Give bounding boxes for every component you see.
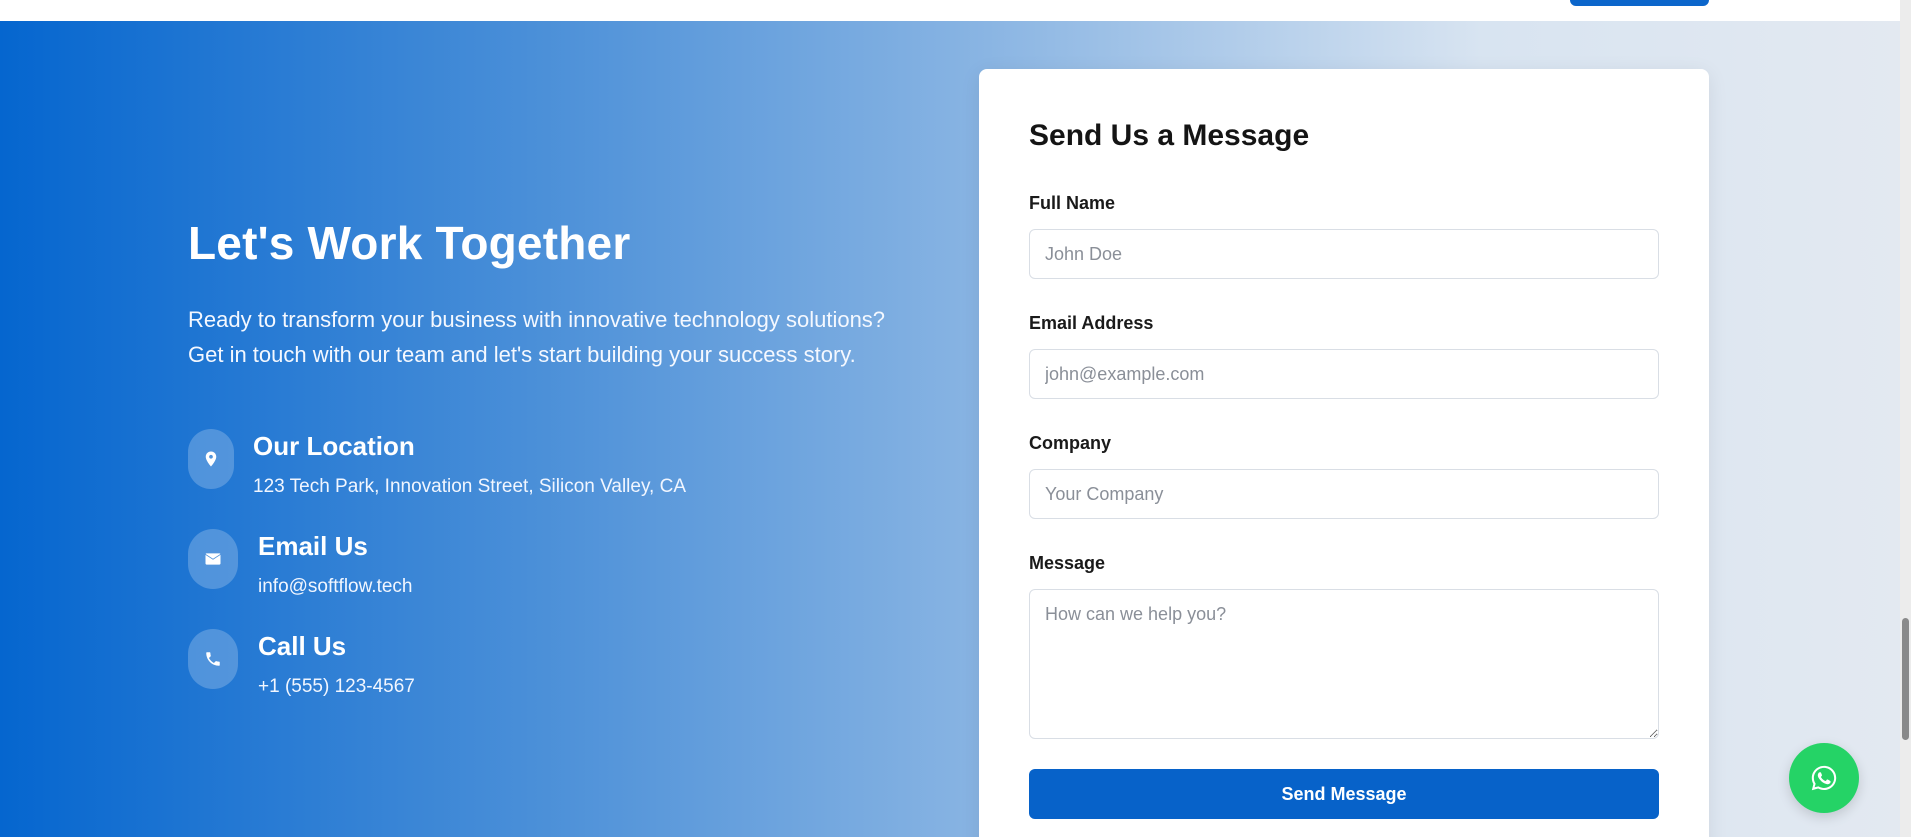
info-value[interactable]: +1 (555) 123-4567 bbox=[258, 676, 415, 698]
info-title: Our Location bbox=[253, 431, 415, 461]
contact-lead-line-2: Get in touch with our team and let's sta… bbox=[188, 342, 856, 367]
company-input[interactable] bbox=[1029, 469, 1659, 519]
info-title: Email Us bbox=[258, 531, 368, 561]
info-title: Call Us bbox=[258, 631, 347, 661]
info-item-email: Email Us info@softflow.tech bbox=[188, 529, 412, 598]
message-label: Message bbox=[1029, 553, 1106, 573]
message-textarea[interactable] bbox=[1029, 589, 1659, 739]
full-name-label: Full Name bbox=[1029, 193, 1116, 213]
page-scrollbar[interactable] bbox=[1900, 0, 1911, 837]
contact-heading: Let's Work Together bbox=[188, 217, 631, 269]
contact-lead: Ready to transform your business with in… bbox=[188, 302, 948, 372]
full-name-input[interactable] bbox=[1029, 229, 1659, 279]
info-value[interactable]: info@softflow.tech bbox=[258, 576, 412, 598]
contact-section: Let's Work Together Ready to transform y… bbox=[0, 21, 1900, 837]
send-message-button[interactable]: Send Message bbox=[1029, 769, 1659, 819]
email-label: Email Address bbox=[1029, 313, 1154, 333]
phone-icon bbox=[188, 629, 238, 689]
info-item-location: Our Location 123 Tech Park, Innovation S… bbox=[188, 429, 686, 498]
scrollbar-thumb[interactable] bbox=[1902, 618, 1909, 740]
contact-info: Let's Work Together Ready to transform y… bbox=[188, 216, 948, 697]
email-input[interactable] bbox=[1029, 349, 1659, 399]
contact-form: Send Us a Message Full Name Email Addres… bbox=[979, 69, 1709, 837]
info-value: 123 Tech Park, Innovation Street, Silico… bbox=[253, 476, 687, 497]
location-pin-icon bbox=[188, 429, 234, 489]
contact-lead-line-1: Ready to transform your business with in… bbox=[188, 307, 886, 332]
envelope-icon bbox=[188, 529, 238, 589]
info-item-phone: Call Us +1 (555) 123-4567 bbox=[188, 629, 415, 698]
navbar-cta-button[interactable] bbox=[1570, 0, 1709, 6]
whatsapp-icon bbox=[1811, 765, 1837, 791]
company-label: Company bbox=[1029, 433, 1112, 453]
whatsapp-button[interactable] bbox=[1789, 743, 1859, 813]
form-title: Send Us a Message bbox=[1029, 119, 1310, 152]
top-navbar bbox=[0, 0, 1900, 21]
